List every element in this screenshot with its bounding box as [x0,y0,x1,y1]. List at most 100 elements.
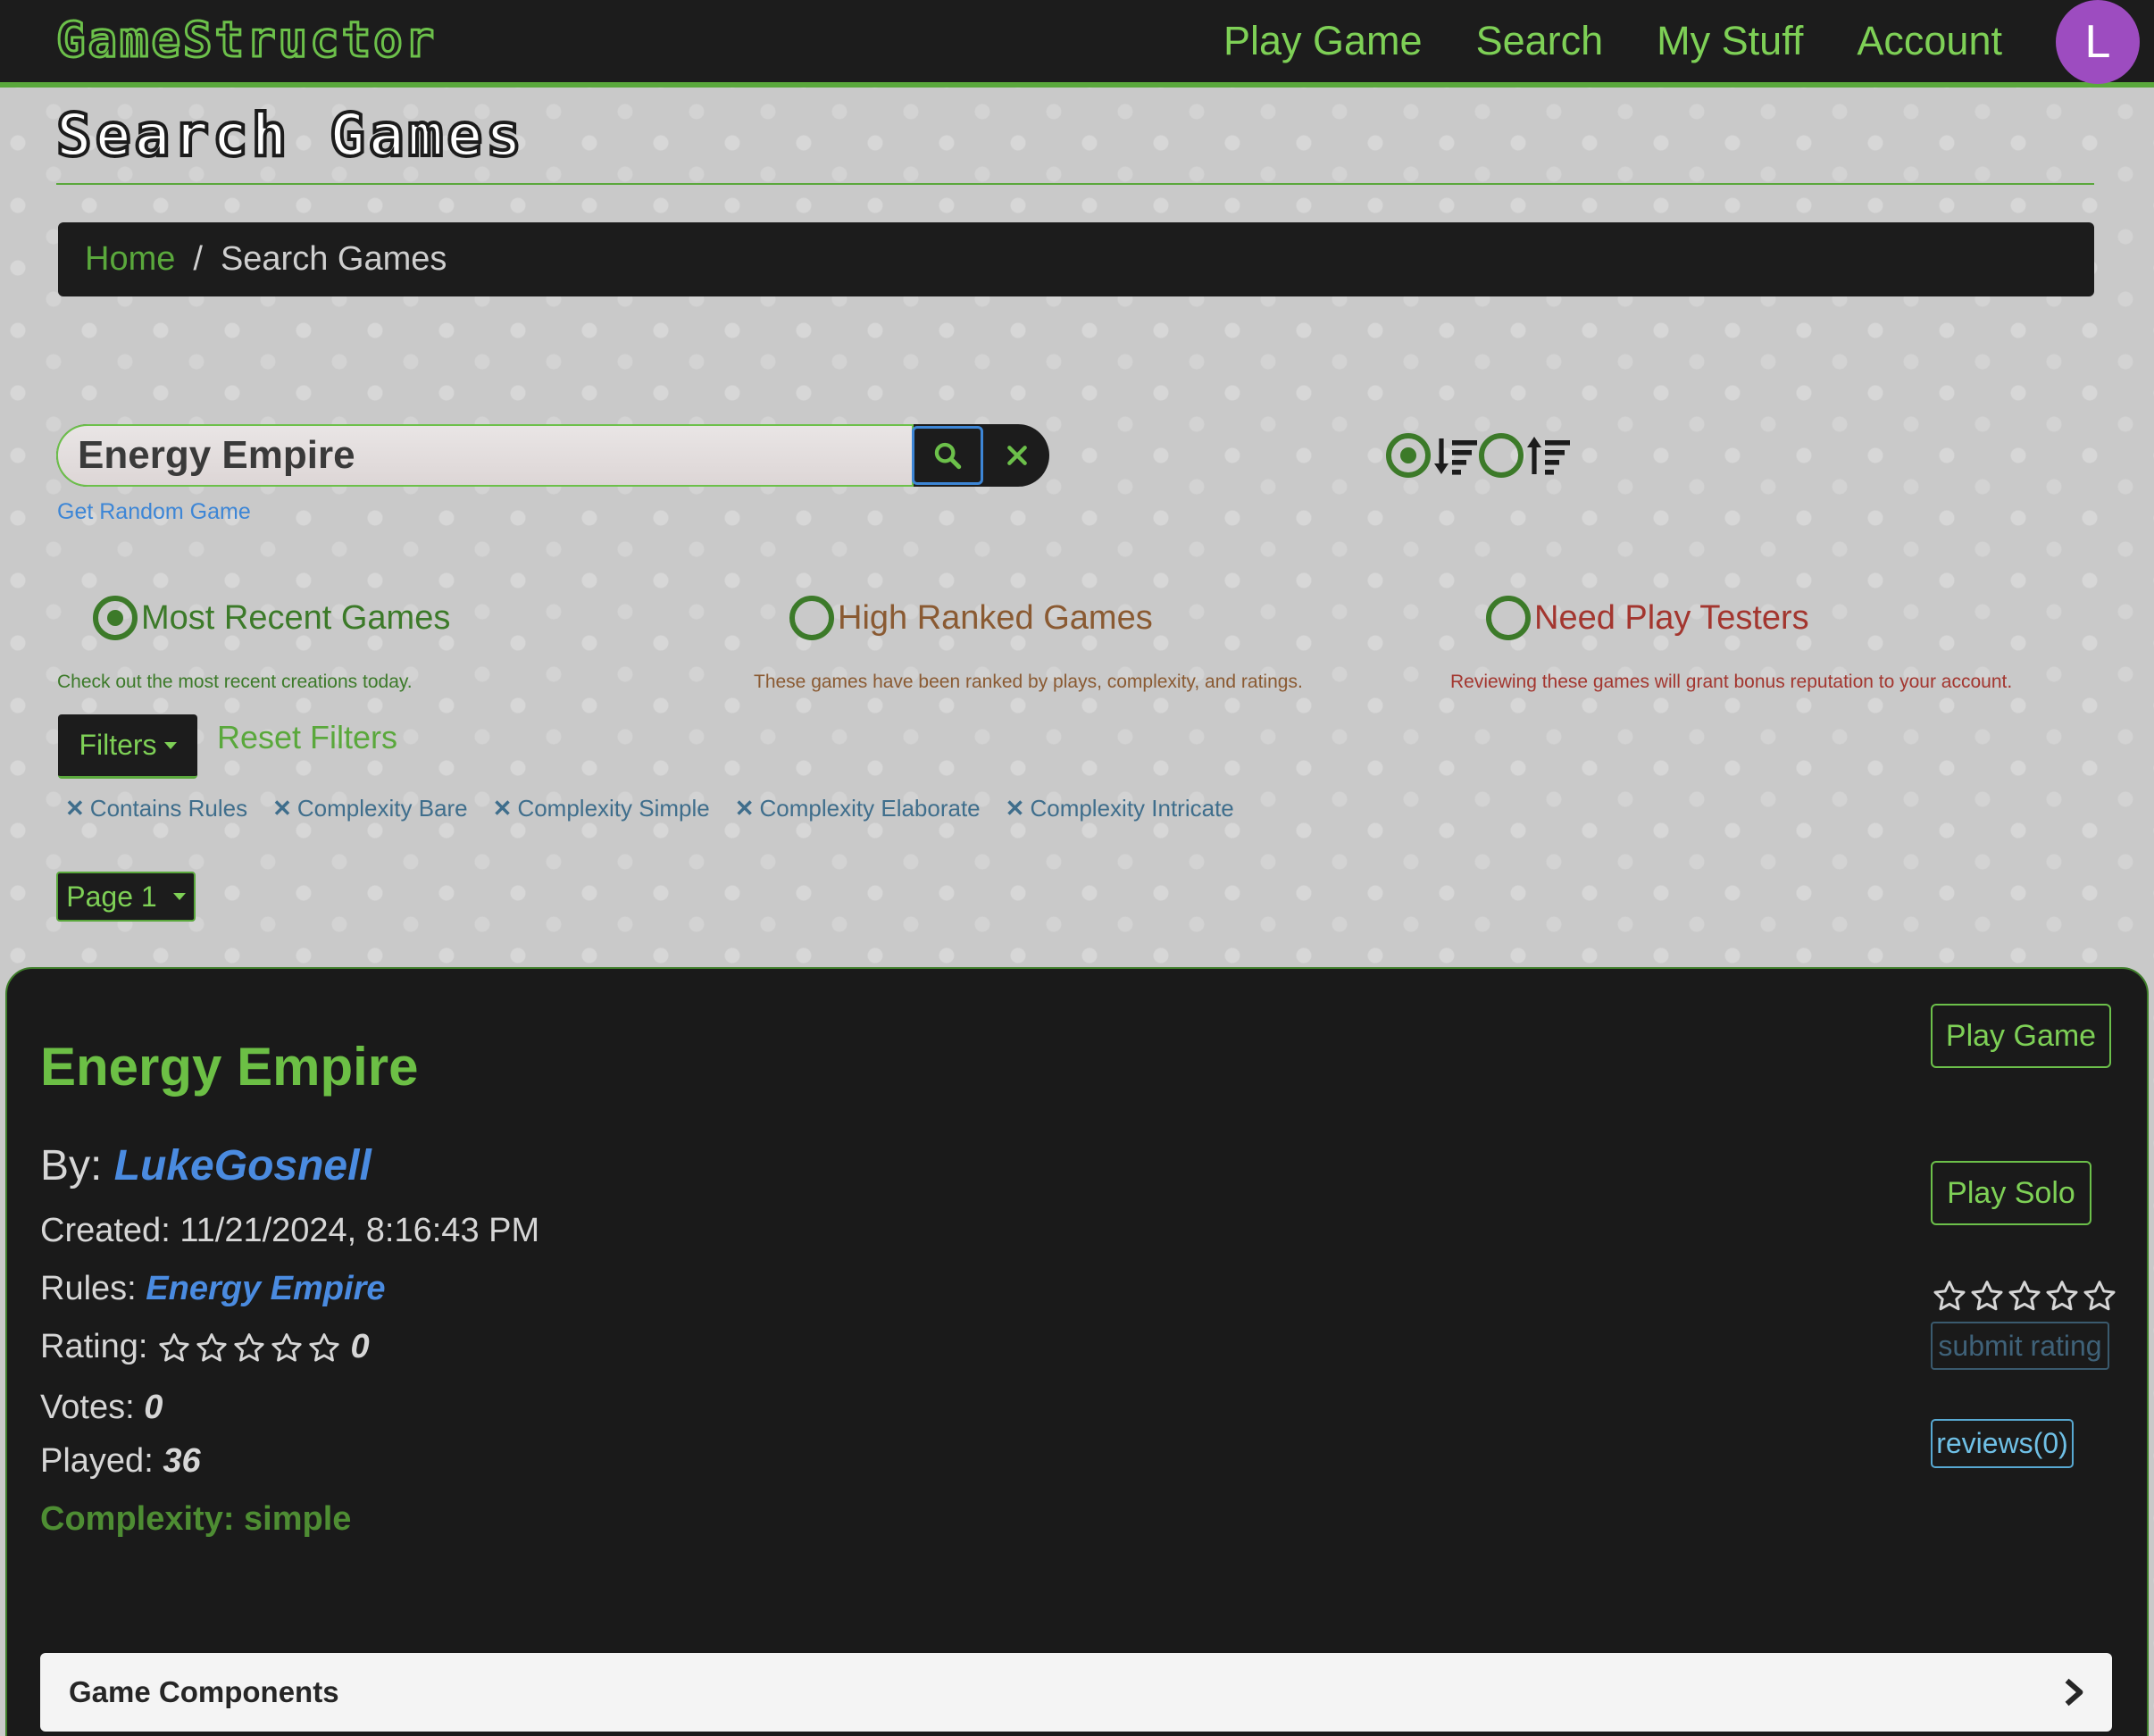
game-rating: Rating: 0 [40,1328,370,1366]
game-votes: Votes: 0 [40,1389,163,1427]
remove-icon: ✕ [272,794,292,822]
star-icon [159,1333,189,1362]
sort-descending-icon [1434,438,1477,475]
played-value: 36 [163,1442,201,1480]
breadcrumb-current: Search Games [220,240,447,278]
breadcrumb-separator: / [193,240,203,278]
category-most-recent-radio[interactable] [93,596,138,640]
filter-chip[interactable]: ✕ Complexity Bare [272,795,468,822]
search-input[interactable] [56,424,914,487]
category-high-ranked[interactable]: High Ranked Games [789,596,1153,640]
sort-descending-radio[interactable] [1386,433,1431,478]
submit-rating-button[interactable]: submit rating [1931,1322,2109,1370]
votes-label: Votes: [40,1389,135,1426]
game-created: Created: 11/21/2024, 8:16:43 PM [40,1212,539,1250]
close-icon [1007,446,1027,465]
clear-search-button[interactable] [985,424,1049,487]
game-title: Energy Empire [40,1037,419,1097]
remove-icon: ✕ [1005,794,1025,822]
filters-label: Filters [79,729,157,761]
star-icon [1971,1281,2003,1311]
star-icon [234,1333,264,1362]
filter-chip-label: Complexity Intricate [1030,794,1234,822]
category-most-recent-desc: Check out the most recent creations toda… [57,672,413,692]
caret-down-icon [163,741,177,749]
sort-order-group [1386,430,1572,480]
nav-search[interactable]: Search [1476,18,1604,64]
star-icon [1933,1281,1966,1311]
created-value: 11/21/2024, 8:16:43 PM [180,1212,540,1249]
random-game-link[interactable]: Get Random Game [57,499,251,525]
star-icon [2008,1281,2041,1311]
star-icon [309,1333,339,1362]
by-label: By: [40,1142,103,1189]
rating-label: Rating: [40,1328,148,1365]
play-game-button[interactable]: Play Game [1931,1004,2111,1068]
rating-value: 0 [350,1328,370,1365]
filters-dropdown-button[interactable]: Filters [58,714,197,779]
search-bar [56,424,1049,487]
search-button[interactable] [912,426,983,485]
title-divider [56,183,2094,185]
category-most-recent[interactable]: Most Recent Games [93,596,450,640]
category-high-ranked-radio[interactable] [789,596,834,640]
filter-chip-label: Complexity Simple [517,794,710,822]
votes-value: 0 [144,1389,163,1426]
active-filter-chips: ✕ Contains Rules ✕ Complexity Bare ✕ Comple… [65,792,1234,824]
site-logo[interactable]: GameStructor [54,11,437,69]
breadcrumb: Home / Search Games [58,222,2094,296]
star-icon [196,1333,227,1362]
filter-chip[interactable]: ✕ Contains Rules [65,795,247,822]
game-rules: Rules: Energy Empire [40,1270,386,1308]
nav-links: Play Game Search My Stuff Account [1223,14,2002,68]
category-need-testers-desc: Reviewing these games will grant bonus r… [1450,672,2013,692]
user-rating-stars[interactable] [1932,1279,2117,1315]
game-components-accordion[interactable]: Game Components [40,1653,2112,1732]
page-select-dropdown[interactable]: Page 1 [56,872,196,922]
nav-account[interactable]: Account [1857,18,2002,64]
rules-label: Rules: [40,1270,137,1307]
filter-chip-label: Complexity Bare [296,794,468,822]
user-avatar[interactable]: L [2056,0,2140,84]
created-label: Created: [40,1212,171,1249]
filter-chip[interactable]: ✕ Complexity Intricate [1006,795,1234,822]
author-link[interactable]: LukeGosnell [114,1142,372,1189]
filter-chip[interactable]: ✕ Complexity Elaborate [735,795,981,822]
search-icon [934,442,962,470]
caret-down-icon [172,893,186,900]
play-solo-button[interactable]: Play Solo [1931,1161,2091,1225]
page-title: Search Games [54,99,525,171]
sort-ascending-icon [1527,437,1570,475]
game-played: Played: 36 [40,1442,201,1481]
category-most-recent-label: Most Recent Games [141,598,451,637]
game-complexity: Complexity: simple [40,1500,352,1538]
chevron-right-icon [2065,1678,2083,1707]
game-components-label: Game Components [69,1675,339,1708]
remove-icon: ✕ [492,794,513,822]
category-need-testers-radio[interactable] [1486,596,1531,640]
reviews-button[interactable]: reviews(0) [1931,1419,2074,1468]
page-select-label: Page 1 [66,880,157,913]
filter-chip-label: Complexity Elaborate [759,794,981,822]
sort-ascending-radio[interactable] [1479,433,1524,478]
played-label: Played: [40,1442,154,1480]
filter-chip[interactable]: ✕ Complexity Simple [493,795,710,822]
filter-chip-label: Contains Rules [89,794,248,822]
nav-my-stuff[interactable]: My Stuff [1657,18,1803,64]
category-need-testers[interactable]: Need Play Testers [1486,596,1809,640]
star-icon [2046,1281,2078,1311]
star-icon [2083,1281,2116,1311]
navbar: GameStructor Play Game Search My Stuff A… [0,0,2154,88]
game-author-line: By: LukeGosnell [40,1141,372,1190]
rules-link[interactable]: Energy Empire [146,1270,385,1307]
remove-icon: ✕ [65,794,85,822]
category-high-ranked-desc: These games have been ranked by plays, c… [754,672,1303,692]
nav-play-game[interactable]: Play Game [1223,18,1423,64]
category-high-ranked-label: High Ranked Games [838,598,1153,637]
reset-filters-link[interactable]: Reset Filters [217,719,397,756]
rating-stars [157,1331,341,1365]
breadcrumb-home[interactable]: Home [85,240,175,279]
category-need-testers-label: Need Play Testers [1534,598,1809,637]
star-icon [271,1333,302,1362]
remove-icon: ✕ [734,794,755,822]
